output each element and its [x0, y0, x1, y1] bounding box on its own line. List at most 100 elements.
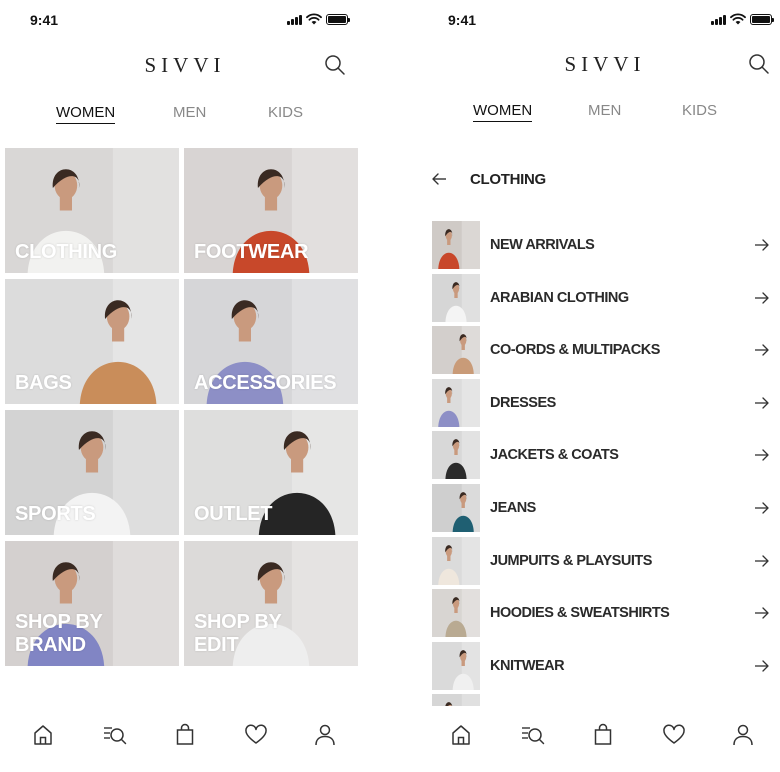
- photo-placeholder: [432, 536, 480, 585]
- gender-tabs: WOMEN MEN KIDS: [410, 102, 780, 128]
- subcategory-thumbnail: [432, 484, 480, 532]
- subcategories-screen: 9:41 SIVVI WOMEN MEN KIDS CLOTHING NEW A…: [410, 0, 780, 772]
- subcategory-label: ARABIAN CLOTHING: [490, 289, 629, 306]
- photo-placeholder: [432, 221, 480, 269]
- arrow-right-icon: [755, 449, 769, 462]
- nav-bag[interactable]: [590, 722, 616, 748]
- tab-men[interactable]: MEN: [588, 102, 621, 119]
- gender-tabs: WOMEN MEN KIDS: [0, 104, 370, 130]
- subcategory-header: CLOTHING: [430, 168, 760, 192]
- home-icon: [452, 725, 470, 745]
- subcategory-label: DRESSES: [490, 394, 556, 411]
- subcategory-row[interactable]: JEANS: [432, 484, 770, 533]
- subcategory-label: HOODIES & SWEATSHIRTS: [490, 605, 670, 622]
- nav-browse[interactable]: [520, 722, 546, 748]
- bag-icon: [176, 723, 194, 745]
- nav-home[interactable]: [30, 722, 56, 748]
- categories-screen: 9:41 SIVVI WOMEN MEN KIDS CLOTHING FOOTWE…: [0, 0, 370, 772]
- tab-women[interactable]: WOMEN: [56, 104, 116, 124]
- search-icon: [749, 54, 769, 74]
- home-icon: [34, 725, 52, 745]
- system-icons: [711, 13, 774, 25]
- tab-kids[interactable]: KIDS: [268, 104, 303, 121]
- category-tile[interactable]: CLOTHING: [5, 148, 179, 273]
- category-tile[interactable]: SHOP BY BRAND: [5, 541, 179, 666]
- search-button[interactable]: [324, 54, 346, 76]
- category-label: SPORTS: [15, 503, 96, 525]
- browse-search-icon: [522, 727, 545, 745]
- subcategory-row[interactable]: NEW ARRIVALS: [432, 221, 770, 270]
- category-label: SHOP BY EDIT: [194, 611, 282, 656]
- subcategory-thumbnail: [432, 431, 480, 480]
- arrow-right-icon: [755, 291, 769, 304]
- subcategory-row[interactable]: JACKETS & COATS: [432, 431, 770, 480]
- nav-bag[interactable]: [172, 722, 198, 748]
- category-label: CLOTHING: [15, 241, 118, 263]
- system-icons: [287, 13, 350, 25]
- nav-wishlist[interactable]: [243, 722, 269, 748]
- nav-wishlist[interactable]: [661, 722, 687, 748]
- battery-icon: [326, 13, 350, 25]
- subcategory-row[interactable]: DRESSES: [432, 378, 770, 428]
- heart-icon: [245, 724, 267, 744]
- subcategory-row[interactable]: HOODIES & SWEATSHIRTS: [432, 589, 770, 638]
- tab-women[interactable]: WOMEN: [473, 102, 533, 122]
- photo-placeholder: [432, 431, 480, 480]
- category-label: OUTLET: [194, 503, 273, 525]
- subcategory-row[interactable]: CO-ORDS & MULTIPACKS: [432, 326, 770, 375]
- profile-icon: [733, 724, 753, 746]
- subcategory-row[interactable]: ARABIAN CLOTHING: [432, 273, 770, 323]
- nav-profile[interactable]: [312, 722, 338, 748]
- category-label: FOOTWEAR: [194, 241, 309, 263]
- arrow-right-icon: [755, 660, 769, 672]
- nav-browse[interactable]: [102, 722, 128, 748]
- bag-icon: [594, 723, 612, 745]
- tab-men[interactable]: MEN: [173, 104, 206, 121]
- category-tile[interactable]: SPORTS: [5, 410, 179, 535]
- subcategory-label: CO-ORDS & MULTIPACKS: [490, 342, 660, 359]
- signal-icon: [711, 14, 726, 25]
- arrow-right-icon: [755, 502, 769, 514]
- search-icon: [325, 55, 345, 75]
- photo-placeholder: [432, 484, 480, 532]
- status-time: 9:41: [448, 12, 477, 28]
- subcategory-list: NEW ARRIVALS ARABIAN CLOTHING CO-ORDS & MU…: [432, 221, 770, 708]
- category-tile[interactable]: FOOTWEAR: [184, 148, 358, 273]
- arrow-right-icon: [755, 344, 769, 356]
- nav-home[interactable]: [448, 722, 474, 748]
- arrow-right-icon: [755, 607, 769, 619]
- category-label: BAGS: [15, 372, 72, 394]
- signal-icon: [287, 14, 302, 25]
- category-tile[interactable]: BAGS: [5, 279, 179, 404]
- photo-placeholder: [432, 326, 480, 375]
- category-tile[interactable]: SHOP BY EDIT: [184, 541, 358, 666]
- subcategory-title: CLOTHING: [470, 171, 546, 188]
- subcategory-label: JEANS: [490, 500, 536, 516]
- nav-profile[interactable]: [730, 722, 756, 748]
- photo-placeholder: [432, 589, 480, 638]
- brand-logo: SIVVI: [144, 53, 226, 77]
- subcategory-label: KNITWEAR: [490, 657, 565, 674]
- brand-logo: SIVVI: [564, 52, 646, 76]
- subcategory-row[interactable]: KNITWEAR: [432, 641, 770, 691]
- wifi-icon: [306, 13, 322, 25]
- subcategory-label: JACKETS & COATS: [490, 447, 619, 464]
- bottom-nav: [0, 706, 370, 772]
- arrow-right-icon: [755, 554, 769, 567]
- subcategory-row[interactable]: JUMPUITS & PLAYSUITS: [432, 536, 770, 586]
- browse-search-icon: [104, 727, 127, 745]
- photo-placeholder: [432, 273, 480, 322]
- status-bar: 9:41: [0, 0, 370, 40]
- back-button[interactable]: [430, 169, 448, 189]
- tab-kids[interactable]: KIDS: [682, 102, 717, 119]
- arrow-right-icon: [755, 397, 769, 409]
- category-tile[interactable]: ACCESSORIES: [184, 279, 358, 404]
- category-label: ACCESSORIES: [194, 372, 337, 394]
- status-bar: 9:41: [410, 0, 780, 40]
- search-button[interactable]: [748, 53, 770, 75]
- arrow-right-icon: [755, 239, 769, 251]
- subcategory-thumbnail: [432, 641, 480, 690]
- battery-icon: [750, 13, 774, 25]
- subcategory-thumbnail: [432, 221, 480, 269]
- category-tile[interactable]: OUTLET: [184, 410, 358, 535]
